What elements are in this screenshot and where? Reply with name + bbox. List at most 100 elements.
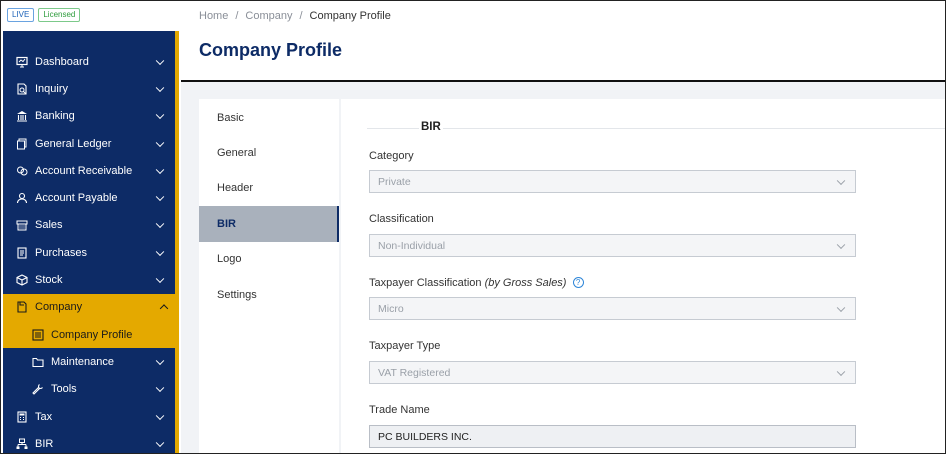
breadcrumb-company[interactable]: Company xyxy=(245,10,292,22)
document-search-icon xyxy=(15,82,29,96)
sidebar-item-label: Sales xyxy=(35,219,63,232)
tab-bir[interactable]: BIR xyxy=(199,206,339,242)
category-value: Private xyxy=(378,175,411,188)
sidebar-item-label: General Ledger xyxy=(35,137,112,150)
sidebar-item-dashboard[interactable]: Dashboard xyxy=(3,48,175,75)
sidebar-item-company[interactable]: Company xyxy=(3,293,179,321)
receipt-icon xyxy=(15,246,29,260)
sidebar-item-label: Account Payable xyxy=(35,192,118,205)
chevron-down-icon xyxy=(836,367,846,376)
network-icon xyxy=(15,437,29,451)
section-title: BIR xyxy=(419,121,443,133)
sidebar-item-account-payable[interactable]: Account Payable xyxy=(3,184,175,211)
taxpayer-classification-label-suffix: (by Gross Sales) xyxy=(484,277,567,289)
folder-icon xyxy=(31,355,45,369)
sidebar-item-tax[interactable]: Tax xyxy=(3,403,175,430)
chevron-down-icon xyxy=(155,56,165,65)
chevron-down-icon xyxy=(155,219,165,229)
chevron-up-icon xyxy=(159,304,169,314)
bank-icon xyxy=(15,109,29,123)
taxpayer-type-label: Taxpayer Type xyxy=(369,340,441,352)
classification-value: Non-Individual xyxy=(378,239,446,252)
section-divider xyxy=(367,128,945,129)
sidebar-item-label: Inquiry xyxy=(35,82,69,95)
register-icon xyxy=(15,218,29,232)
sidebar-item-label: Maintenance xyxy=(51,355,114,368)
sidebar-item-tools[interactable]: Tools xyxy=(3,376,175,403)
list-icon xyxy=(31,328,45,342)
taxpayer-classification-value: Micro xyxy=(378,302,404,315)
app-window: LIVE Licensed Dashboard Inquiry Banking … xyxy=(0,0,946,454)
trade-name-input[interactable]: PC BUILDERS INC. xyxy=(369,425,856,448)
chevron-down-icon xyxy=(155,83,165,92)
sidebar: LIVE Licensed Dashboard Inquiry Banking … xyxy=(1,1,181,453)
breadcrumb-current: Company Profile xyxy=(309,10,391,22)
chevron-down-icon xyxy=(155,192,165,202)
sidebar-item-account-receivable[interactable]: Account Receivable xyxy=(3,157,175,184)
trade-name-label: Trade Name xyxy=(369,404,430,416)
classification-select[interactable]: Non-Individual xyxy=(369,234,856,257)
breadcrumb: Home / Company / Company Profile xyxy=(199,10,391,22)
sidebar-item-maintenance[interactable]: Maintenance xyxy=(3,348,175,375)
sidebar-item-stock[interactable]: Stock xyxy=(3,266,175,293)
sidebar-item-inquiry[interactable]: Inquiry xyxy=(3,75,175,102)
monitor-icon xyxy=(15,55,29,69)
category-select[interactable]: Private xyxy=(369,170,856,193)
sidebar-item-label: Tax xyxy=(35,410,53,423)
chevron-down-icon xyxy=(155,110,165,120)
sidebar-item-banking[interactable]: Banking xyxy=(3,103,175,130)
tab-general[interactable]: General xyxy=(199,135,339,170)
tab-header[interactable]: Header xyxy=(199,171,339,206)
chevron-down-icon xyxy=(155,383,165,393)
chevron-down-icon xyxy=(836,303,846,312)
sidebar-item-general-ledger[interactable]: General Ledger xyxy=(3,130,175,157)
file-icon xyxy=(15,300,29,314)
user-icon xyxy=(15,191,29,205)
sidebar-item-label: Tools xyxy=(51,383,77,396)
category-label: Category xyxy=(369,150,414,162)
sidebar-item-sales[interactable]: Sales xyxy=(3,212,175,239)
help-icon[interactable]: ? xyxy=(572,277,584,288)
sidebar-item-label: Company Profile xyxy=(51,328,133,341)
trade-name-value: PC BUILDERS INC. xyxy=(378,430,472,443)
taxpayer-type-select[interactable]: VAT Registered xyxy=(369,361,856,384)
breadcrumb-separator: / xyxy=(235,10,239,22)
cube-icon xyxy=(15,273,29,287)
sidebar-item-company-profile[interactable]: Company Profile xyxy=(3,320,179,349)
chevron-down-icon xyxy=(836,176,846,185)
chevron-down-icon xyxy=(155,438,165,447)
breadcrumb-separator: / xyxy=(299,10,303,22)
wrench-icon xyxy=(31,382,45,396)
chevron-down-icon xyxy=(155,165,165,174)
sidebar-nav: Dashboard Inquiry Banking General Ledger… xyxy=(3,31,179,453)
ledger-icon xyxy=(15,137,29,151)
sidebar-item-purchases[interactable]: Purchases xyxy=(3,239,175,266)
sidebar-item-label: Company xyxy=(35,301,83,314)
tab-logo[interactable]: Logo xyxy=(199,242,339,277)
bir-form: BIR Category Private Classification Non-… xyxy=(341,99,945,453)
licensed-badge: Licensed xyxy=(38,8,81,22)
chevron-down-icon xyxy=(836,240,846,249)
chevron-down-icon xyxy=(155,411,165,420)
taxpayer-type-value: VAT Registered xyxy=(378,366,451,379)
tab-basic[interactable]: Basic xyxy=(199,100,339,135)
chevron-down-icon xyxy=(155,356,165,365)
sidebar-item-label: Purchases xyxy=(35,246,87,259)
main-content: Home / Company / Company Profile Company… xyxy=(181,1,945,453)
sidebar-item-label: Account Receivable xyxy=(35,164,133,177)
taxpayer-classification-label: Taxpayer Classification (by Gross Sales)… xyxy=(369,277,584,289)
breadcrumb-home[interactable]: Home xyxy=(199,10,228,22)
receivable-icon xyxy=(15,164,29,178)
page-title: Company Profile xyxy=(199,40,343,60)
sidebar-item-bir[interactable]: BIR xyxy=(3,430,175,453)
chevron-down-icon xyxy=(155,247,165,256)
sidebar-item-label: Dashboard xyxy=(35,55,89,68)
sidebar-item-label: BIR xyxy=(35,437,54,450)
taxpayer-classification-select[interactable]: Micro xyxy=(369,297,856,320)
live-badge: LIVE xyxy=(7,8,35,22)
chevron-down-icon xyxy=(155,274,165,284)
status-badges: LIVE Licensed xyxy=(7,8,81,22)
tab-settings[interactable]: Settings xyxy=(199,277,339,312)
profile-tabs: Basic General Header BIR Logo Settings xyxy=(199,99,339,453)
chevron-down-icon xyxy=(155,138,165,147)
